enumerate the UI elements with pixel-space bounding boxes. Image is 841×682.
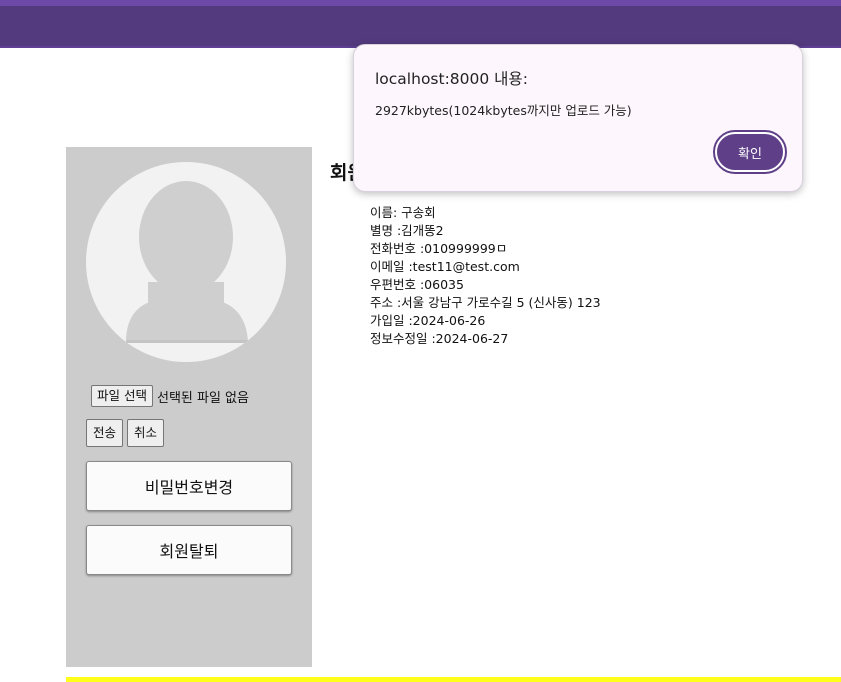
cancel-button[interactable]: 취소 <box>127 419 165 447</box>
footer-divider <box>66 677 841 682</box>
member-info-list: 이름: 구송회 별명 :김개똥2 전화번호 :010999999ㅁ 이메일 :t… <box>370 204 601 348</box>
profile-sidebar: 파일 선택 선택된 파일 없음 전송 취소 비밀번호변경 회원탈퇴 <box>66 147 312 667</box>
submit-button[interactable]: 전송 <box>86 419 124 447</box>
avatar <box>86 162 286 362</box>
info-zipcode: 우편번호 :06035 <box>370 277 464 292</box>
profile-image-file-row: 파일 선택 선택된 파일 없음 <box>91 385 249 407</box>
alert-dialog: localhost:8000 내용: 2927kbytes(1024kbytes… <box>353 44 803 192</box>
info-nickname: 별명 :김개똥2 <box>370 223 444 238</box>
info-email: 이메일 :test11@test.com <box>370 259 520 274</box>
info-address: 주소 :서울 강남구 가로수길 5 (신사동) 123 <box>370 295 601 310</box>
upload-actions: 전송 취소 <box>86 419 165 447</box>
user-silhouette-icon <box>126 181 248 343</box>
top-navigation-bar <box>0 0 841 48</box>
info-name: 이름: 구송회 <box>370 205 436 220</box>
choose-file-button[interactable]: 파일 선택 <box>91 385 153 407</box>
dialog-ok-button[interactable]: 확인 <box>713 130 787 174</box>
info-phone: 전화번호 :010999999ㅁ <box>370 241 508 256</box>
info-modified-date: 정보수정일 :2024-06-27 <box>370 331 509 346</box>
info-joined-date: 가입일 :2024-06-26 <box>370 313 486 328</box>
change-password-button[interactable]: 비밀번호변경 <box>86 461 292 511</box>
file-status-text: 선택된 파일 없음 <box>156 390 249 406</box>
withdraw-button[interactable]: 회원탈퇴 <box>86 525 292 575</box>
dialog-title: localhost:8000 내용: <box>375 70 528 88</box>
dialog-message: 2927kbytes(1024kbytes까지만 업로드 가능) <box>375 103 632 118</box>
